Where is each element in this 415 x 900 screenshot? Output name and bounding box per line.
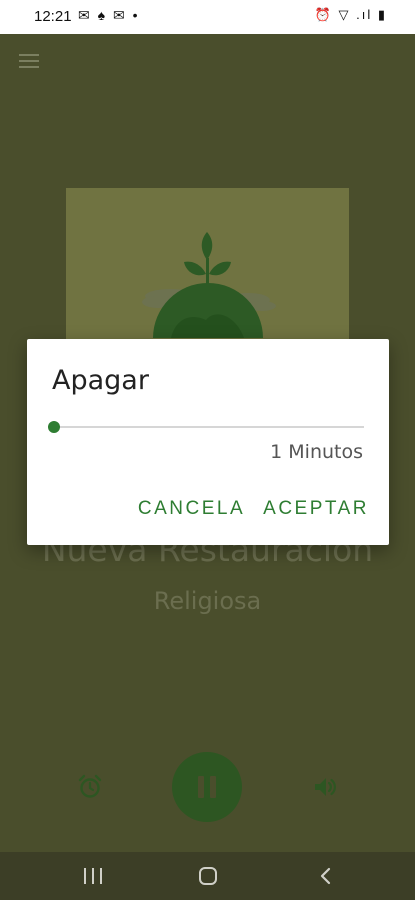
- cancel-button[interactable]: CANCELA: [138, 498, 245, 520]
- system-status-icons: ⏰ ▽ .ıl ▮: [314, 7, 387, 22]
- status-bar: 12:21 ✉ ♠ ✉ • ⏰ ▽ .ıl ▮: [0, 0, 415, 34]
- slider-thumb[interactable]: [48, 421, 60, 433]
- slider-value-label: 1 Minutos: [270, 441, 363, 463]
- status-time: 12:21: [34, 8, 72, 25]
- recent-apps-icon[interactable]: [84, 868, 102, 884]
- dialog-title: Apagar: [52, 365, 149, 396]
- dialog-actions: CANCELA ACEPTAR: [138, 498, 369, 520]
- notification-icons: ✉ ♠ ✉ •: [78, 7, 140, 23]
- minutes-slider[interactable]: [48, 420, 364, 434]
- system-nav-bar: [0, 852, 415, 900]
- slider-track[interactable]: [54, 426, 364, 428]
- home-icon[interactable]: [199, 867, 217, 885]
- back-icon[interactable]: [316, 866, 336, 886]
- accept-button[interactable]: ACEPTAR: [263, 498, 369, 520]
- sleep-timer-dialog: Apagar 1 Minutos CANCELA ACEPTAR: [27, 339, 389, 545]
